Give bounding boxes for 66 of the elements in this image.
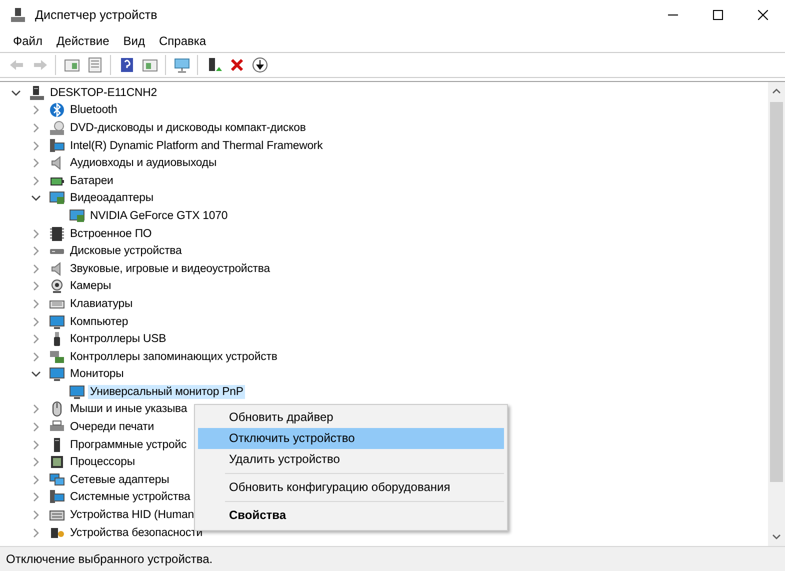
monitor-icon [69, 384, 85, 400]
tree-item[interactable]: Встроенное ПО [68, 226, 154, 241]
tree-item[interactable]: Устройства HID (Human [68, 508, 196, 522]
tree-item[interactable]: Клавиатуры [68, 296, 135, 311]
tree-item[interactable]: Процессоры [68, 455, 137, 470]
menu-item[interactable]: Свойства [198, 505, 504, 526]
caret-down-icon [772, 534, 781, 540]
display-adapter-icon [49, 190, 65, 206]
tree-item[interactable]: Видеоадаптеры [68, 191, 156, 206]
menu-item[interactable]: Действие [50, 34, 116, 48]
tree-item[interactable]: Универсальный монитор PnP [88, 384, 246, 399]
processor-icon [49, 454, 65, 470]
tree-item[interactable]: Батареи [68, 174, 116, 188]
menu-item[interactable]: Обновить драйвер [198, 407, 504, 428]
menu-item[interactable]: Вид [116, 34, 152, 48]
menu-item[interactable]: Обновить конфигурацию оборудования [198, 477, 504, 498]
caret-up-icon [772, 88, 781, 94]
computer-icon [29, 84, 45, 101]
maximize-icon [712, 10, 722, 20]
tree-item[interactable]: Контроллеры USB [68, 332, 168, 346]
app-icon [10, 7, 26, 23]
menu-item[interactable]: Отключить устройство [198, 428, 504, 449]
monitor-icon [174, 57, 190, 73]
tree-item[interactable]: Дисковые устройства [68, 244, 184, 258]
network-icon [49, 472, 65, 488]
tree-item[interactable]: Камеры [68, 279, 114, 294]
tree-item[interactable]: DVD-дисководы и дисководы компакт-дисков [68, 120, 308, 135]
monitor-icon [49, 314, 65, 330]
storage-controller-icon [49, 348, 65, 365]
tree-item[interactable]: Устройства безопасности [68, 526, 204, 540]
tree-item[interactable]: Intel(R) Dynamic Platform and Thermal Framework [68, 138, 325, 153]
status-text: Отключение выбранного устройства. [6, 552, 213, 566]
close-icon [758, 10, 768, 20]
monitor-icon [49, 489, 65, 506]
scrollbar[interactable] [768, 82, 785, 546]
tree-item[interactable]: Контроллеры запоминающих устройств [68, 350, 280, 364]
tree-item[interactable]: Мыши и иные указыва [68, 402, 190, 416]
panel-icon [142, 57, 158, 73]
menu-item[interactable]: Удалить устройство [198, 449, 504, 470]
window-title: Диспетчер устройств [35, 8, 158, 22]
tree-item[interactable]: Аудиовходы и аудиовыходы [68, 156, 219, 170]
tree-item[interactable]: Bluetooth [68, 103, 120, 118]
bluetooth-icon [49, 102, 65, 118]
webcam-icon [49, 278, 65, 294]
left-arrow-icon [8, 57, 24, 73]
document-icon [86, 57, 102, 73]
tree-item[interactable]: Очереди печати [68, 420, 156, 434]
tree-item[interactable]: Сетевые адаптеры [68, 472, 172, 487]
tree-item[interactable]: NVIDIA GeForce GTX 1070 [88, 208, 230, 223]
tree-item[interactable]: Звуковые, игровые и видеоустройства [68, 262, 272, 276]
panel-icon [64, 57, 80, 73]
tree-item[interactable]: Мониторы [68, 367, 126, 382]
disc-drive-icon [49, 120, 65, 136]
menu-item[interactable]: Файл [6, 34, 50, 48]
menu-item[interactable]: Справка [152, 34, 214, 48]
monitor-icon [49, 138, 65, 154]
tree-item[interactable]: Компьютер [68, 314, 130, 329]
tree-item[interactable]: DESKTOP-E11CNH2 [48, 86, 159, 100]
tree-item[interactable]: Программные устройс [68, 438, 189, 452]
tree-item[interactable]: Системные устройства [68, 490, 192, 504]
right-arrow-icon [32, 57, 48, 73]
help-icon [118, 57, 134, 73]
cross-icon [228, 57, 244, 73]
monitor-icon [49, 366, 65, 382]
display-adapter-icon [69, 208, 85, 224]
chip-icon [49, 226, 65, 242]
